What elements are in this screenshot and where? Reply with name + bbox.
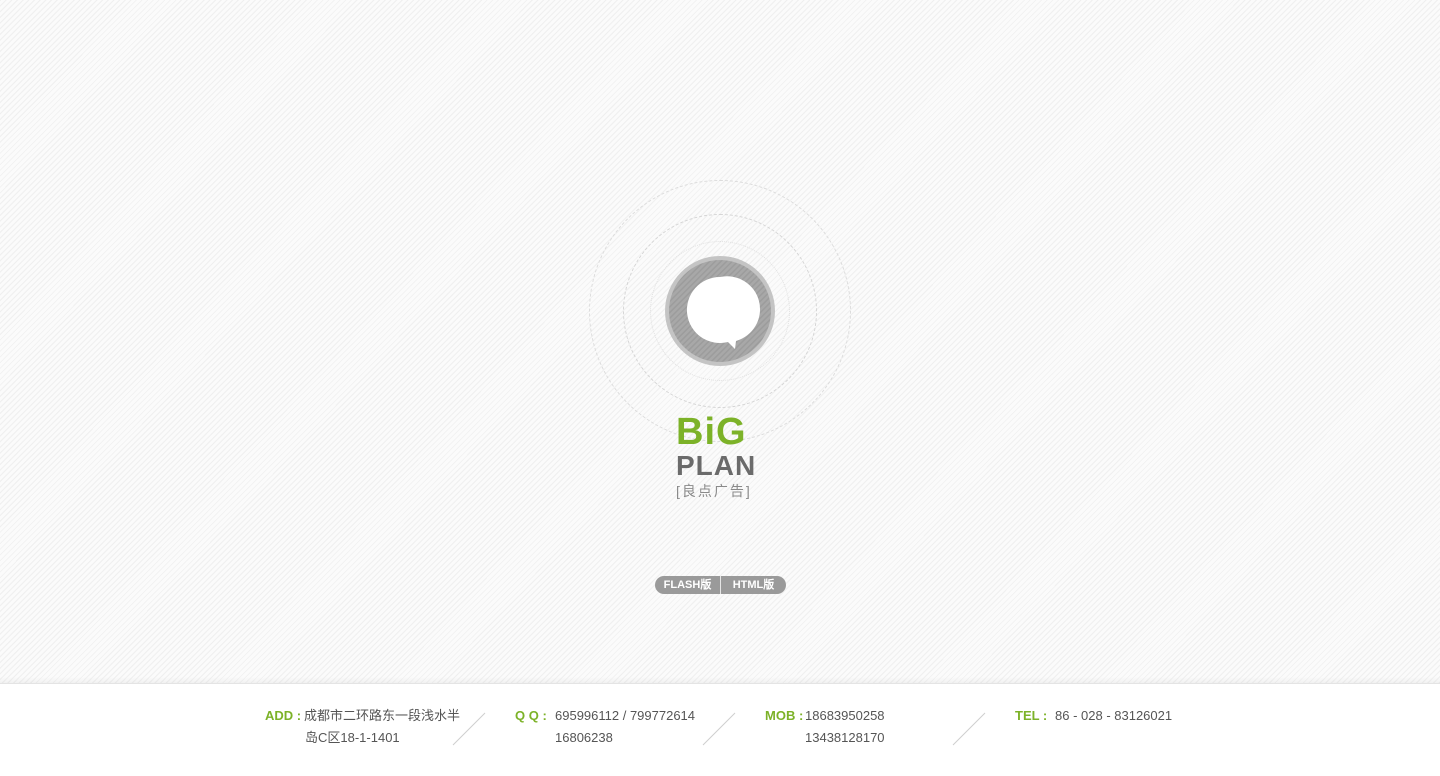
brand-chinese-name: [良点广告]: [676, 483, 752, 499]
telephone-line-1: 86 - 028 - 83126021: [1055, 708, 1173, 723]
divider-slash-icon: [452, 712, 486, 746]
divider-slash-icon: [702, 712, 736, 746]
mobile-line-1: 18683950258: [805, 708, 885, 723]
intro-stage: BiG PLAN [良点广告] FLASH版 HTML版: [0, 0, 1440, 683]
brand-big-text: BiG: [676, 411, 747, 453]
speech-bubble-logo-icon: [665, 256, 775, 366]
qq-line-1: 695996112 / 799772614: [555, 708, 696, 723]
flash-version-button[interactable]: FLASH版: [655, 576, 720, 594]
mobile-label: MOB :: [765, 708, 804, 723]
contact-footer: ADD : 成都市二环路东一段浅水半 岛C区18-1-1401 Q Q : 69…: [0, 683, 1440, 776]
telephone-label: TEL :: [1015, 708, 1048, 723]
address-label: ADD :: [265, 708, 302, 723]
html-version-button[interactable]: HTML版: [721, 576, 786, 594]
qq-line-2: 16806238: [555, 730, 613, 745]
address-line-1: 成都市二环路东一段浅水半: [304, 708, 461, 723]
brand-logo: BiG PLAN [良点广告]: [676, 411, 766, 500]
mobile-line-2: 13438128170: [805, 730, 885, 745]
qq-label: Q Q :: [515, 708, 547, 723]
version-switch: FLASH版 HTML版: [655, 576, 786, 594]
divider-slash-icon: [952, 712, 986, 746]
brand-plan-text: PLAN: [676, 450, 757, 481]
address-line-2: 岛C区18-1-1401: [305, 730, 400, 745]
